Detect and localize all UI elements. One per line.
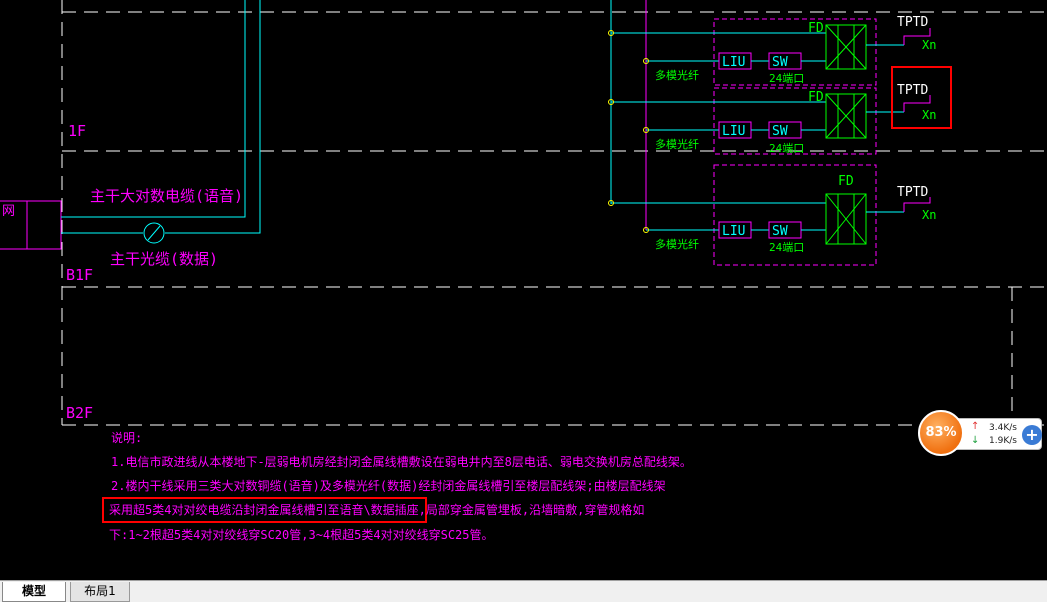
liu-label-1: LIU bbox=[722, 55, 745, 70]
multimode-fiber-label-1: 多模光纤 bbox=[655, 68, 699, 82]
sw-label-3: SW bbox=[772, 224, 788, 239]
plus-icon[interactable]: + bbox=[1022, 425, 1042, 445]
download-arrow-icon: ↓ bbox=[971, 435, 980, 446]
xn-label-1: Xn bbox=[922, 38, 936, 52]
cad-drawing-canvas[interactable]: 1F B1F B2F 网 主干大对数电缆(语音) 主干光缆(数据) 多模光纤 多… bbox=[0, 0, 1047, 580]
trunk-fiber-label: 主干光缆(数据) bbox=[110, 250, 218, 268]
upload-arrow-icon: ↑ bbox=[971, 421, 980, 432]
upload-speed: 3.4K/s bbox=[989, 423, 1017, 433]
liu-label-3: LIU bbox=[722, 224, 745, 239]
multimode-fiber-label-3: 多模光纤 bbox=[655, 237, 699, 251]
multimode-fiber-label-2: 多模光纤 bbox=[655, 137, 699, 151]
network-speed-widget[interactable]: ↑ 3.4K/s ↓ 1.9K/s 83% + bbox=[918, 410, 1046, 456]
layout-tab-bar: 模型 布局1 bbox=[0, 580, 1047, 602]
fd-label-1: FD bbox=[808, 21, 824, 36]
tptd-label-2: TPTD bbox=[897, 83, 928, 98]
notes-line-4: 下:1~2根超5类4对对绞线穿SC20管,3~4根超5类4对对绞线穿SC25管。 bbox=[109, 527, 494, 542]
floor-label-1f: 1F bbox=[68, 122, 86, 140]
floor-label-b1f: B1F bbox=[66, 266, 93, 284]
ports-label-3: 24端口 bbox=[769, 241, 804, 254]
sw-label-1: SW bbox=[772, 55, 788, 70]
xn-label-3: Xn bbox=[922, 208, 936, 222]
xn-label-2: Xn bbox=[922, 108, 936, 122]
notes-line-3: 采用超5类4对对绞电缆沿封闭金属线槽引至语音\数据插座,局部穿金属管埋板,沿墙暗… bbox=[109, 502, 644, 517]
trunk-lines bbox=[61, 0, 261, 244]
fd-label-3: FD bbox=[838, 174, 854, 189]
liu-label-2: LIU bbox=[722, 124, 745, 139]
ports-label-1: 24端口 bbox=[769, 72, 804, 85]
trunk-copper-label: 主干大对数电缆(语音) bbox=[90, 187, 243, 205]
floor-label-b2f: B2F bbox=[66, 404, 93, 422]
tptd-label-1: TPTD bbox=[897, 15, 928, 30]
left-edge-label: 网 bbox=[2, 204, 15, 219]
notes-line-1: 1.电信市政进线从本楼地下-层弱电机房经封闭金属线槽敷设在弱电井内至8层电话、弱… bbox=[111, 454, 692, 469]
notes-heading: 说明: bbox=[111, 430, 142, 445]
notes-line-2: 2.楼内干线采用三类大对数铜缆(语音)及多模光纤(数据)经封闭金属线槽引至楼层配… bbox=[111, 478, 666, 493]
fd-label-2: FD bbox=[808, 90, 824, 105]
tab-layout1[interactable]: 布局1 bbox=[70, 582, 130, 602]
tptd-label-3: TPTD bbox=[897, 185, 928, 200]
memory-usage-ball[interactable]: 83% bbox=[918, 410, 964, 456]
sw-label-2: SW bbox=[772, 124, 788, 139]
tab-model[interactable]: 模型 bbox=[2, 582, 66, 602]
ports-label-2: 24端口 bbox=[769, 142, 804, 155]
download-speed: 1.9K/s bbox=[989, 436, 1017, 446]
